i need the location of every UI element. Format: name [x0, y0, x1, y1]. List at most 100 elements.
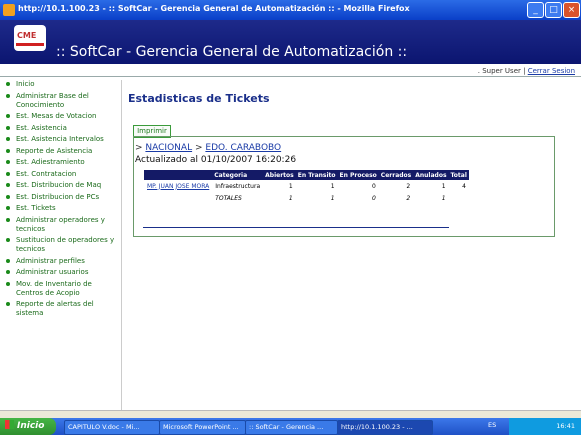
sidebar-menu: Inicio Administrar Base del Conocimiento…	[0, 80, 122, 410]
bullet-icon	[6, 183, 10, 187]
sidebar-item-mesas-votacion[interactable]: Est. Mesas de Votacion	[0, 112, 121, 121]
sidebar-item-label: Reporte de Asistencia	[16, 146, 93, 155]
taskbar-item-word[interactable]: CAPITULO V.doc - Mi...	[64, 420, 160, 435]
taskbar-item-firefox[interactable]: http://10.1.100.23 - ...	[337, 420, 433, 435]
total-total	[449, 192, 469, 204]
close-button[interactable]: ×	[563, 2, 580, 18]
window-titlebar: http://10.1.100.23 - :: SoftCar - Gerenc…	[0, 0, 581, 20]
site-header: CME :: SoftCar - Gerencia General de Aut…	[0, 20, 581, 64]
bullet-icon	[6, 93, 10, 98]
user-name: . Super User	[477, 67, 521, 75]
cell-categoria: Infraestructura	[215, 182, 261, 190]
bullet-icon	[6, 125, 10, 130]
sidebar-item-asistencia[interactable]: Est. Asistencia	[0, 124, 121, 133]
cell-empty	[144, 192, 212, 204]
user-bar: . Super User | Cerrar Sesion	[478, 67, 575, 75]
cell-en-proceso: 0	[371, 182, 376, 190]
sidebar-item-operadores[interactable]: Administrar operadores y tecnicos	[0, 216, 121, 234]
sidebar-item-label: Mov. de Inventario de Centros de Acopio	[16, 279, 92, 297]
breadcrumb: > NACIONAL > EDO. CARABOBO	[135, 143, 281, 153]
municipio-link[interactable]: MP. JUAN JOSE MORA	[144, 180, 212, 192]
bullet-icon	[6, 270, 10, 274]
sidebar-item-adiestramiento[interactable]: Est. Adiestramiento	[0, 158, 121, 167]
sidebar-item-alertas[interactable]: Reporte de alertas del sistema	[0, 300, 121, 318]
total-en-transito: 1	[330, 194, 335, 202]
start-button[interactable]: Inicio	[0, 418, 56, 435]
logo-text: CME	[17, 31, 37, 40]
col-header-total: Total	[448, 170, 469, 180]
sidebar-item-label: Inicio	[16, 80, 35, 88]
minimize-button[interactable]: _	[527, 2, 544, 18]
table-row: MP. JUAN JOSE MORA Infraestructura 1 1 0…	[144, 180, 469, 192]
bullet-icon	[6, 82, 10, 86]
sidebar-item-label: Sustitucion de operadores y tecnicos	[16, 236, 115, 253]
total-cerrados: 2	[406, 194, 411, 202]
header-divider	[0, 76, 581, 77]
sidebar-item-reporte-asistencia[interactable]: Reporte de Asistencia	[0, 147, 121, 156]
table-bottom-rule	[143, 227, 449, 228]
sidebar-item-label: Est. Asistencia Intervalos	[16, 135, 104, 143]
bullet-icon	[6, 114, 10, 118]
breadcrumb-nacional[interactable]: NACIONAL	[145, 143, 192, 153]
bullet-icon	[6, 160, 10, 164]
total-abiertos: 1	[288, 194, 293, 202]
taskbar-item-powerpoint[interactable]: Microsoft PowerPoint ...	[159, 420, 246, 435]
cell-total: 4	[462, 182, 466, 190]
start-label: Inicio	[17, 421, 45, 431]
sidebar-item-label: Est. Contratacion	[16, 169, 77, 178]
taskbar: Inicio CAPITULO V.doc - Mi... Microsoft …	[0, 418, 581, 435]
cell-anulados: 1	[441, 182, 446, 190]
taskbar-item-softcar[interactable]: :: SoftCar - Gerencia ...	[245, 420, 338, 435]
bullet-icon	[6, 137, 10, 141]
language-indicator[interactable]: ES	[488, 421, 496, 429]
total-en-proceso: 0	[371, 194, 376, 202]
bullet-icon	[6, 206, 10, 210]
bullet-icon	[6, 217, 10, 222]
cne-logo: CME	[14, 25, 46, 51]
cell-abiertos: 1	[288, 182, 293, 190]
table-totals-row: TOTALES 1 1 0 2 1	[144, 192, 469, 204]
cell-cerrados: 2	[406, 182, 411, 190]
clock: 16:41	[556, 422, 575, 430]
col-header-cerrados: Cerrados	[378, 170, 414, 180]
sidebar-item-label: Administrar Base del Conocimiento	[16, 91, 89, 109]
col-header-anulados: Anulados	[413, 170, 449, 180]
col-header-categoria: Categoria	[212, 170, 264, 180]
sidebar-item-inventario[interactable]: Mov. de Inventario de Centros de Acopio	[0, 280, 121, 298]
system-tray: 16:41	[509, 418, 581, 435]
sidebar-item-label: Est. Adiestramiento	[16, 158, 85, 166]
sidebar-item-label: Est. Asistencia	[16, 123, 67, 132]
logout-link[interactable]: Cerrar Sesion	[528, 67, 575, 75]
main-content: Estadisticas de Tickets Imprimir > NACIO…	[124, 80, 564, 410]
breadcrumb-edo[interactable]: EDO. CARABOBO	[205, 143, 281, 153]
sidebar-item-tickets[interactable]: Est. Tickets	[0, 204, 121, 213]
totals-label: TOTALES	[215, 194, 242, 202]
firefox-icon	[3, 4, 15, 16]
bullet-icon	[6, 281, 10, 286]
col-header-en-transito: En Transito	[295, 170, 338, 180]
sidebar-item-sustitucion[interactable]: Sustitucion de operadores y tecnicos	[0, 236, 121, 254]
sidebar-item-usuarios[interactable]: Administrar usuarios	[0, 268, 121, 277]
maximize-button[interactable]: □	[545, 2, 562, 18]
sidebar-item-asistencia-intervalos[interactable]: Est. Asistencia Intervalos	[0, 135, 121, 144]
user-sep: |	[523, 67, 526, 75]
bullet-icon	[6, 194, 10, 199]
sidebar-item-label: Administrar perfiles	[16, 256, 85, 265]
sidebar-item-label: Reporte de alertas del sistema	[16, 300, 94, 317]
sidebar-item-label: Est. Distribucion de PCs	[16, 192, 100, 201]
sidebar-item-distribucion-pcs[interactable]: Est. Distribucion de PCs	[0, 193, 121, 202]
sidebar-item-base-conocimiento[interactable]: Administrar Base del Conocimiento	[0, 92, 121, 110]
sidebar-item-distribucion-maq[interactable]: Est. Distribucion de Maq	[0, 181, 121, 190]
col-header-en-proceso: En Proceso	[337, 170, 379, 180]
table-header-row: Categoria Abiertos En Transito En Proces…	[144, 170, 469, 180]
total-anulados: 1	[441, 194, 446, 202]
breadcrumb-sep: >	[194, 143, 203, 153]
sidebar-item-label: Est. Mesas de Votacion	[16, 112, 97, 120]
sidebar-item-contratacion[interactable]: Est. Contratacion	[0, 170, 121, 179]
bullet-icon	[6, 238, 10, 242]
window-title: http://10.1.100.23 - :: SoftCar - Gerenc…	[18, 4, 410, 13]
sidebar-item-inicio[interactable]: Inicio	[0, 80, 121, 89]
sidebar-item-perfiles[interactable]: Administrar perfiles	[0, 257, 121, 266]
page-title: Estadisticas de Tickets	[128, 92, 270, 105]
breadcrumb-prefix: >	[135, 143, 143, 153]
